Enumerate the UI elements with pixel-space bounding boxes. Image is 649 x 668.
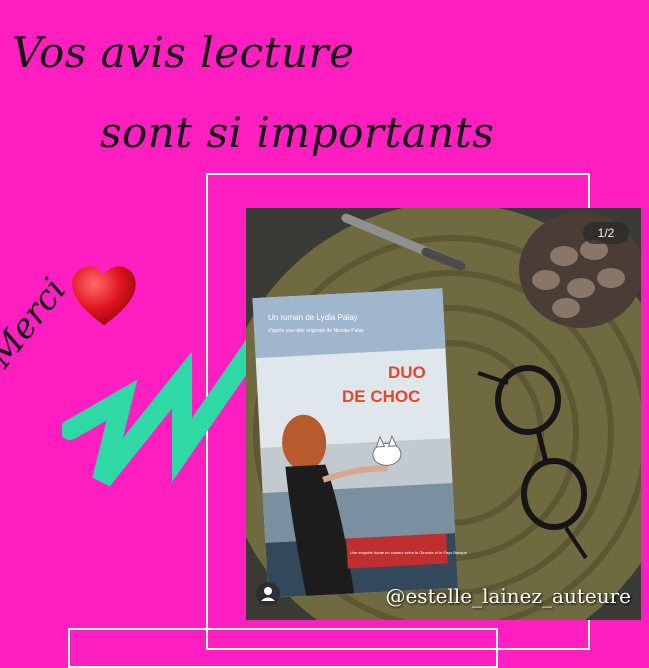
author-handle: @estelle_lainez_auteure (385, 584, 631, 608)
book-photo: Un roman de Lydia Palay d'après une idée… (246, 208, 641, 620)
outline-frame-bottom (68, 628, 498, 668)
book-title-line-1: DUO (388, 363, 426, 382)
headline-line-1: Vos avis lecture (12, 28, 355, 77)
book-tagline: Une enquête haute en couleur entre la Gi… (350, 550, 468, 555)
heart-icon (72, 266, 136, 326)
person-icon[interactable] (256, 582, 280, 606)
photo-counter-badge: 1/2 (583, 222, 629, 244)
photo-scene: Un roman de Lydia Palay d'après une idée… (246, 208, 641, 620)
headline-line-2: sont si importants (100, 108, 495, 157)
book-author-line: Un roman de Lydia Palay (268, 313, 358, 322)
book-title-line-2: DE CHOC (342, 387, 420, 406)
book-idea-line: d'après une idée originale de Nicolas Pa… (268, 328, 364, 334)
